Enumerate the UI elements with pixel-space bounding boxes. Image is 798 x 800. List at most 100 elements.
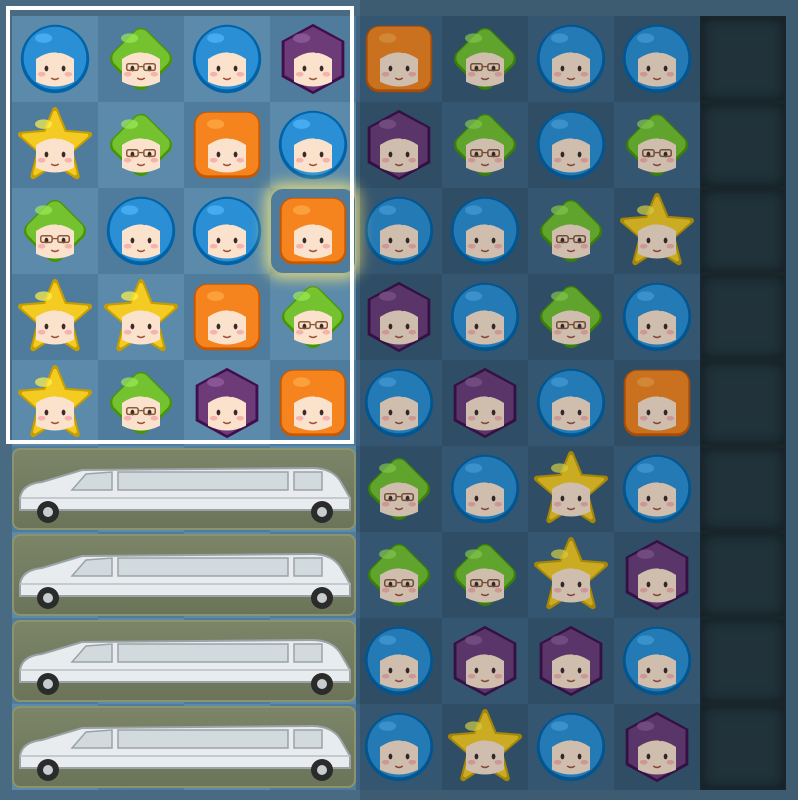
blue-round-face-icon[interactable] xyxy=(189,193,265,269)
yellow-star-face-icon[interactable] xyxy=(533,537,609,613)
blue-round-face-icon[interactable] xyxy=(447,193,523,269)
purple-hexagon-face-icon[interactable] xyxy=(361,107,437,183)
board-cell[interactable] xyxy=(98,274,184,360)
board-cell[interactable] xyxy=(528,532,614,618)
board-cell[interactable] xyxy=(184,102,270,188)
board-cell[interactable] xyxy=(614,188,700,274)
board-cell[interactable] xyxy=(270,188,356,274)
blue-round-face-icon[interactable] xyxy=(361,193,437,269)
board-cell[interactable] xyxy=(356,16,442,102)
board-cell[interactable] xyxy=(442,16,528,102)
board-cell[interactable] xyxy=(528,446,614,532)
board-cell[interactable] xyxy=(442,188,528,274)
purple-hexagon-face-icon[interactable] xyxy=(447,623,523,699)
board-cell[interactable] xyxy=(184,16,270,102)
yellow-star-face-icon[interactable] xyxy=(447,709,523,785)
green-diamond-glasses-face-icon[interactable] xyxy=(361,451,437,527)
blue-round-face-icon[interactable] xyxy=(447,451,523,527)
green-diamond-glasses-face-icon[interactable] xyxy=(103,365,179,441)
board-cell[interactable] xyxy=(614,102,700,188)
blue-round-face-icon[interactable] xyxy=(103,193,179,269)
board-cell[interactable] xyxy=(12,274,98,360)
yellow-star-face-icon[interactable] xyxy=(533,451,609,527)
purple-hexagon-face-icon[interactable] xyxy=(189,365,265,441)
green-diamond-glasses-face-icon[interactable] xyxy=(275,279,351,355)
board-cell[interactable] xyxy=(356,360,442,446)
yellow-star-face-icon[interactable] xyxy=(17,107,93,183)
green-diamond-glasses-face-icon[interactable] xyxy=(447,21,523,97)
board-cell[interactable] xyxy=(356,446,442,532)
board-cell[interactable] xyxy=(356,188,442,274)
board-cell[interactable] xyxy=(184,274,270,360)
yellow-star-face-icon[interactable] xyxy=(17,279,93,355)
blue-round-face-icon[interactable] xyxy=(619,279,695,355)
board-cell[interactable] xyxy=(528,360,614,446)
board-cell[interactable] xyxy=(270,102,356,188)
board-cell[interactable] xyxy=(614,360,700,446)
board-cell[interactable] xyxy=(442,532,528,618)
purple-hexagon-face-icon[interactable] xyxy=(619,709,695,785)
board-cell[interactable] xyxy=(270,16,356,102)
green-diamond-glasses-face-icon[interactable] xyxy=(103,21,179,97)
purple-hexagon-face-icon[interactable] xyxy=(619,537,695,613)
board-cell[interactable] xyxy=(184,360,270,446)
board-cell[interactable] xyxy=(356,618,442,704)
green-diamond-glasses-face-icon[interactable] xyxy=(361,537,437,613)
blue-round-face-icon[interactable] xyxy=(533,21,609,97)
board-cell[interactable] xyxy=(614,274,700,360)
orange-square-face-icon[interactable] xyxy=(189,279,265,355)
blue-round-face-icon[interactable] xyxy=(361,623,437,699)
green-diamond-glasses-face-icon[interactable] xyxy=(533,193,609,269)
orange-square-face-icon[interactable] xyxy=(361,21,437,97)
board-cell[interactable] xyxy=(270,274,356,360)
board-cell[interactable] xyxy=(528,618,614,704)
orange-square-face-icon[interactable] xyxy=(619,365,695,441)
purple-hexagon-face-icon[interactable] xyxy=(361,279,437,355)
board-cell[interactable] xyxy=(356,274,442,360)
orange-square-face-icon[interactable] xyxy=(275,193,351,269)
board-cell[interactable] xyxy=(442,704,528,790)
purple-hexagon-face-icon[interactable] xyxy=(533,623,609,699)
blue-round-face-icon[interactable] xyxy=(533,709,609,785)
board-cell[interactable] xyxy=(442,618,528,704)
yellow-star-face-icon[interactable] xyxy=(619,193,695,269)
board-cell[interactable] xyxy=(12,16,98,102)
board-cell[interactable] xyxy=(356,704,442,790)
blue-round-face-icon[interactable] xyxy=(361,365,437,441)
board-cell[interactable] xyxy=(356,102,442,188)
board-cell[interactable] xyxy=(98,188,184,274)
board-cell[interactable] xyxy=(184,188,270,274)
orange-square-face-icon[interactable] xyxy=(275,365,351,441)
board-cell[interactable] xyxy=(614,16,700,102)
purple-hexagon-face-icon[interactable] xyxy=(447,365,523,441)
green-diamond-glasses-face-icon[interactable] xyxy=(17,193,93,269)
board-cell[interactable] xyxy=(12,360,98,446)
board-cell[interactable] xyxy=(12,188,98,274)
blue-round-face-icon[interactable] xyxy=(533,107,609,183)
board-cell[interactable] xyxy=(98,102,184,188)
board-cell[interactable] xyxy=(12,102,98,188)
board-cell[interactable] xyxy=(442,360,528,446)
board-cell[interactable] xyxy=(270,360,356,446)
board-cell[interactable] xyxy=(528,16,614,102)
board-cell[interactable] xyxy=(614,446,700,532)
board-cell[interactable] xyxy=(528,704,614,790)
board-cell[interactable] xyxy=(528,274,614,360)
board-cell[interactable] xyxy=(442,274,528,360)
blue-round-face-icon[interactable] xyxy=(275,107,351,183)
blue-round-face-icon[interactable] xyxy=(533,365,609,441)
yellow-star-face-icon[interactable] xyxy=(103,279,179,355)
board-cell[interactable] xyxy=(98,360,184,446)
purple-hexagon-face-icon[interactable] xyxy=(275,21,351,97)
orange-square-face-icon[interactable] xyxy=(189,107,265,183)
board-cell[interactable] xyxy=(528,102,614,188)
blue-round-face-icon[interactable] xyxy=(619,451,695,527)
yellow-star-face-icon[interactable] xyxy=(17,365,93,441)
green-diamond-glasses-face-icon[interactable] xyxy=(619,107,695,183)
board-cell[interactable] xyxy=(614,618,700,704)
board-cell[interactable] xyxy=(528,188,614,274)
board-cell[interactable] xyxy=(356,532,442,618)
green-diamond-glasses-face-icon[interactable] xyxy=(447,107,523,183)
blue-round-face-icon[interactable] xyxy=(447,279,523,355)
blue-round-face-icon[interactable] xyxy=(619,623,695,699)
